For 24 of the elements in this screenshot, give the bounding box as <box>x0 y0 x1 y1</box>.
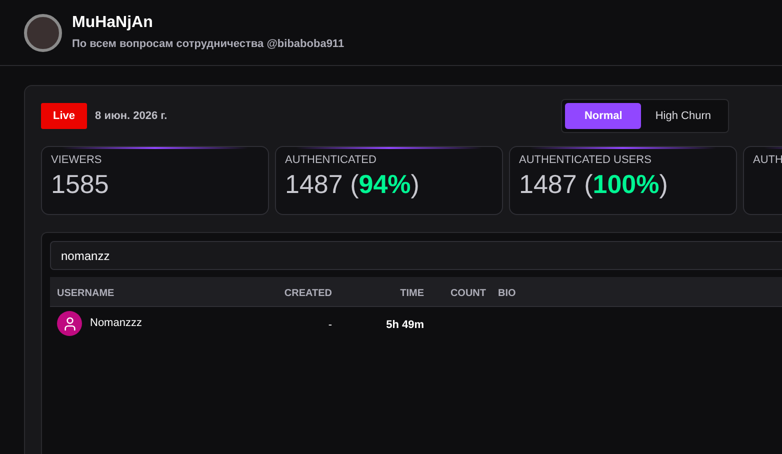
stat-label: AUTH <box>753 154 782 168</box>
mode-tab[interactable]: High Churn <box>641 102 725 130</box>
search-field[interactable]: nomanzz <box>50 241 782 270</box>
column-header: TIME <box>400 288 424 298</box>
created-cell: - <box>328 318 332 330</box>
column-header: COUNT <box>450 288 486 298</box>
date-label: 8 июн. 2026 г. <box>95 108 168 124</box>
mode-tab[interactable]: Normal <box>565 102 642 130</box>
stat-label: AUTHENTICATED <box>285 154 378 168</box>
avatar-placeholder <box>24 14 62 52</box>
channel-description: По всем вопросам сотрудничества @bibaboba911 <box>72 36 344 52</box>
column-header: CREATED <box>284 288 332 298</box>
time-cell: 5h 49m <box>386 318 424 330</box>
stat-value: 1487 (100%) <box>519 168 668 200</box>
column-header: BIO <box>498 288 516 298</box>
stat-label: VIEWERS <box>51 154 103 168</box>
stat-label: AUTHENTICATED USERS <box>519 154 652 168</box>
stat-value: 1585 <box>51 168 109 200</box>
stat-value: 1487 (94%) <box>285 168 420 200</box>
column-header: USERNAME <box>57 288 114 298</box>
live-badge: Live <box>41 102 88 130</box>
username-cell-text: Nomanzzz <box>90 316 142 332</box>
user-avatar-icon <box>57 311 82 336</box>
channel-name: MuHaNjAn <box>72 12 154 33</box>
